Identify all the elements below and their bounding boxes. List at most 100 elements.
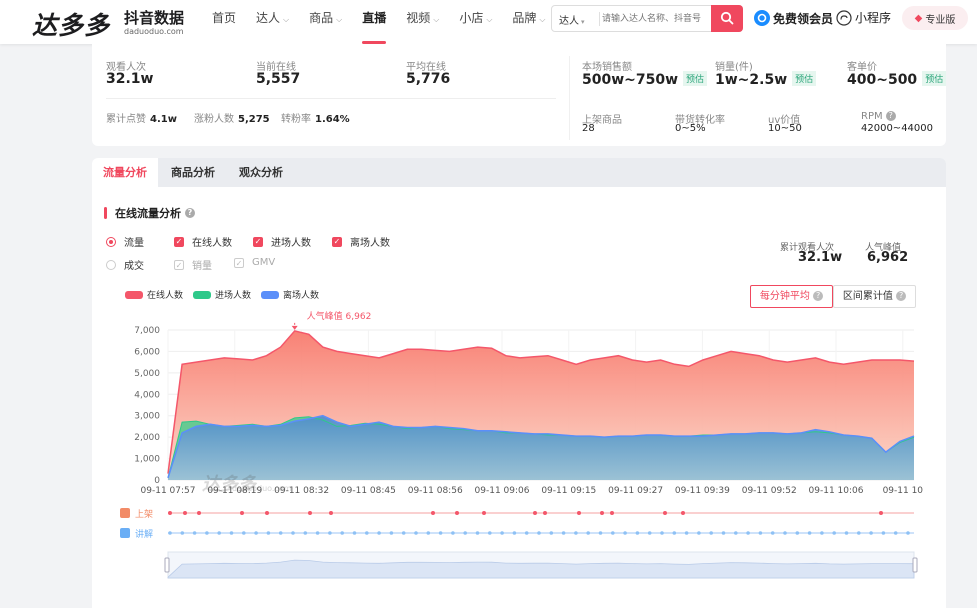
tab-audience[interactable]: 观众分析 xyxy=(228,158,294,187)
explain-dot xyxy=(205,531,209,535)
pro-version-button[interactable]: ◆ 专业版 xyxy=(902,6,968,30)
explain-dot xyxy=(315,531,320,535)
explain-dot xyxy=(168,531,172,535)
explain-dot xyxy=(721,531,726,535)
y-tick-label: 0 xyxy=(154,476,160,486)
x-tick-label: 09-11 10:06 xyxy=(809,486,864,496)
help-icon[interactable]: ? xyxy=(185,208,195,218)
estimate-badge: 预估 xyxy=(792,71,817,86)
divider xyxy=(599,12,600,26)
online-flow-chart: 0 1,000 2,000 3,000 4,000 5,000 6,000 7,000 人气峰值… xyxy=(120,310,924,579)
explain-dot xyxy=(881,531,886,535)
shelf-dot xyxy=(168,511,172,515)
vip-icon xyxy=(754,10,770,26)
goods-rate-value: 0~5% xyxy=(675,123,706,134)
viewers-value: 32.1w xyxy=(106,71,154,87)
nav-item-6[interactable]: 品牌 ⌵ xyxy=(512,0,545,44)
tab-products[interactable]: 商品分析 xyxy=(160,158,226,187)
x-tick-label: 09-11 09:15 xyxy=(541,486,596,496)
help-icon[interactable]: ? xyxy=(885,111,896,121)
title-accent xyxy=(104,207,107,219)
shelf-dot xyxy=(308,511,312,515)
peak-value: 6,962 xyxy=(867,250,909,265)
y-tick-label: 5,000 xyxy=(134,369,160,379)
nav-item-0[interactable]: 首页 xyxy=(212,0,236,44)
explain-dot xyxy=(278,531,283,535)
chevron-down-icon: ⌵ xyxy=(539,15,546,24)
total-viewers-value: 32.1w xyxy=(798,250,843,265)
brand-sub: 抖音数据 xyxy=(124,9,185,27)
chevron-down-icon: ▾ xyxy=(581,18,585,26)
nav-item-1[interactable]: 达人 ⌵ xyxy=(256,0,289,44)
explain-dot xyxy=(426,531,431,535)
nav-item-3[interactable]: 直播 xyxy=(362,0,387,44)
x-tick-label: 09-11 08:56 xyxy=(408,486,463,496)
explain-dot xyxy=(242,531,246,535)
x-tick-label: 09-11 10 xyxy=(883,486,924,496)
tab-traffic[interactable]: 流量分析 xyxy=(92,158,158,187)
x-tick-label: 09-11 09:06 xyxy=(475,486,530,496)
nav-item-2[interactable]: 商品 ⌵ xyxy=(309,0,342,44)
explain-label: 讲解 xyxy=(135,528,153,540)
legend-leave[interactable]: 离场人数 xyxy=(261,288,319,301)
shelf-dot xyxy=(600,511,604,515)
explain-dot xyxy=(807,531,812,535)
legend-enter[interactable]: 进场人数 xyxy=(193,288,251,301)
unit-price-value: 400~500 预估 xyxy=(847,71,947,88)
explain-dot xyxy=(303,531,308,535)
likes-stat: 累计点赞 4.1w xyxy=(106,114,177,125)
search-icon xyxy=(720,11,734,25)
shelf-dot xyxy=(240,511,244,515)
y-tick-label: 3,000 xyxy=(134,412,160,422)
shelf-dot xyxy=(197,511,201,515)
y-tick-label: 1,000 xyxy=(134,455,160,465)
shelf-dot xyxy=(543,511,547,515)
sales-amount-value: 500w~750w 预估 xyxy=(582,71,708,88)
explain-dot xyxy=(684,531,689,535)
mini-program-icon xyxy=(836,9,852,26)
chevron-down-icon: ⌵ xyxy=(336,15,343,24)
shelf-dot xyxy=(577,511,581,515)
explain-dot xyxy=(488,531,492,535)
x-tick-label: 09-11 09:52 xyxy=(742,486,797,496)
explain-dot xyxy=(844,531,849,535)
explain-dot xyxy=(352,531,357,535)
mini-program-link[interactable]: 小程序 xyxy=(836,9,891,26)
estimate-badge: 预估 xyxy=(922,71,947,86)
brand-logo[interactable]: 达多多 抖音数据 daduoduo.com xyxy=(32,6,187,40)
search-scope-select[interactable]: 达人 ▾ xyxy=(559,12,585,27)
radio-deal[interactable]: 成交 xyxy=(106,257,144,272)
range-total-button[interactable]: 区间累计值 ? xyxy=(833,285,916,308)
explain-dot xyxy=(217,531,221,535)
legend-online[interactable]: 在线人数 xyxy=(125,288,183,301)
explain-dot xyxy=(475,531,480,535)
x-tick-label: 09-11 08:45 xyxy=(341,486,396,496)
top-nav-bar: 达多多 抖音数据 daduoduo.com 首页 达人 ⌵ 商品 ⌵ 直播 视频 ⌵ 小店 ⌵ 品牌… xyxy=(0,0,977,44)
live-stats-card: 观看人次 32.1w 当前在线 5,557 平均在线 5,776 累计点赞 4.1… xyxy=(92,44,947,146)
zoom-handle-left xyxy=(164,557,170,573)
x-tick-label: 09-11 09:39 xyxy=(675,486,730,496)
explain-dot xyxy=(254,531,258,535)
explain-dot xyxy=(389,531,394,535)
nav-item-5[interactable]: 小店 ⌵ xyxy=(459,0,492,44)
nav-item-4[interactable]: 视频 ⌵ xyxy=(406,0,439,44)
radio-icon xyxy=(106,259,116,270)
per-minute-button[interactable]: 每分钟平均 ? xyxy=(750,285,833,308)
checkbox-gmv[interactable]: ✓ GMV xyxy=(234,257,275,268)
explain-dot xyxy=(893,531,898,535)
checkbox-leave[interactable]: ✓ 离场人数 xyxy=(332,234,390,249)
divider xyxy=(569,56,570,140)
checkbox-sales[interactable]: ✓ 销量 xyxy=(174,257,212,272)
check-icon: ✓ xyxy=(332,236,342,247)
explain-dot xyxy=(537,531,541,535)
help-icon: ? xyxy=(813,291,824,301)
checkbox-enter[interactable]: ✓ 进场人数 xyxy=(253,234,311,249)
x-tick-label: 09-11 09:27 xyxy=(608,486,663,496)
help-icon: ? xyxy=(896,291,907,301)
search-button[interactable] xyxy=(711,5,743,32)
radio-flow[interactable]: 流量 xyxy=(106,234,144,249)
free-vip-link[interactable]: 免费领会员 xyxy=(753,9,833,27)
chevron-down-icon: ⌵ xyxy=(433,15,440,24)
checkbox-online[interactable]: ✓ 在线人数 xyxy=(174,234,232,249)
search-input[interactable] xyxy=(602,8,710,29)
